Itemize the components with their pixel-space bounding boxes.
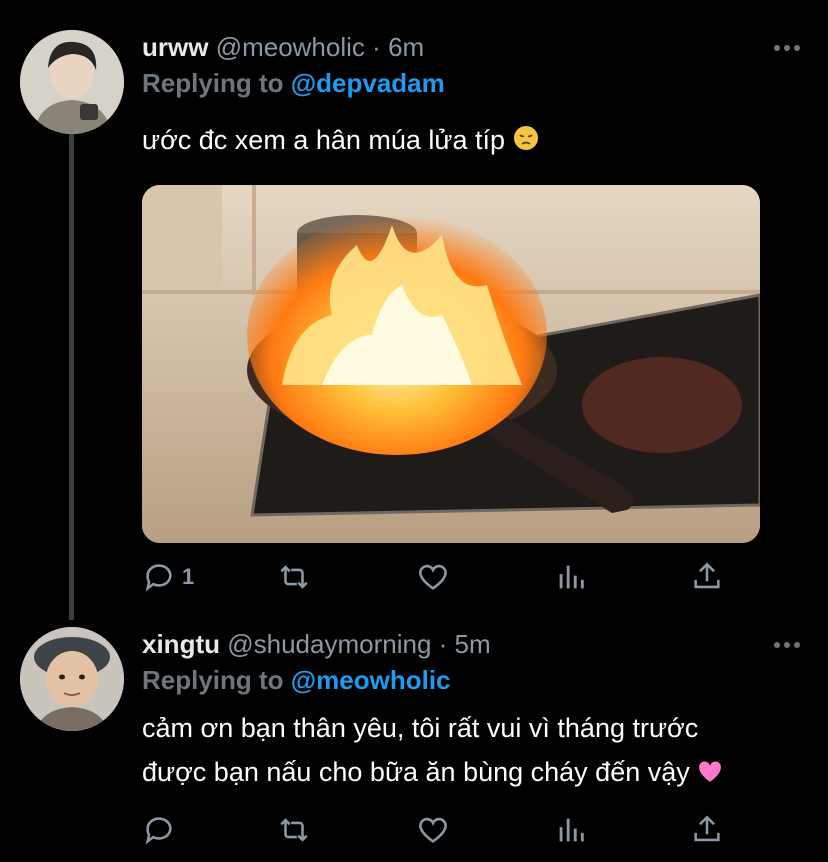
tweet-text: cảm ơn bạn thân yêu, tôi rất vui vì thán… <box>142 706 723 796</box>
tweet-text-line-1: cảm ơn bạn thân yêu, tôi rất vui vì thán… <box>142 713 699 743</box>
tweet-actions: 1 <box>142 557 742 597</box>
separator: · <box>372 32 381 62</box>
mention-link[interactable]: @meowholic <box>291 665 451 695</box>
analytics-button[interactable] <box>554 557 588 597</box>
tweet-2[interactable]: xingtu @shudaymorning · 5m Replying to @… <box>0 620 828 862</box>
tweet-text-content: ước đc xem a hân múa lửa típ <box>142 125 506 155</box>
retweet-button[interactable] <box>276 557 312 597</box>
timestamp[interactable]: 5m <box>455 629 491 659</box>
reply-count: 1 <box>182 564 195 589</box>
username[interactable]: @shudaymorning <box>227 629 431 659</box>
avatar[interactable] <box>20 30 124 134</box>
reply-icon <box>145 817 172 845</box>
mention-link[interactable]: @depvadam <box>291 68 445 98</box>
tweet-header: xingtu @shudaymorning · 5m <box>142 629 491 660</box>
retweet-icon <box>280 818 308 842</box>
tweet-actions <box>142 810 742 850</box>
pensive-face-icon <box>513 120 539 164</box>
retweet-button[interactable] <box>276 810 312 850</box>
like-icon <box>419 564 447 590</box>
like-button[interactable] <box>416 810 450 850</box>
share-button[interactable] <box>690 557 724 597</box>
like-icon <box>419 817 447 843</box>
analytics-icon <box>559 818 584 842</box>
reply-button[interactable]: 1 <box>142 557 194 597</box>
replying-to: Replying to @depvadam <box>142 68 445 99</box>
like-button[interactable] <box>416 557 450 597</box>
share-icon <box>694 562 720 589</box>
display-name[interactable]: xingtu <box>142 629 220 659</box>
reply-icon <box>145 564 172 592</box>
share-button[interactable] <box>690 810 724 850</box>
pink-heart-icon <box>697 752 723 796</box>
tweet-text: ước đc xem a hân múa lửa típ <box>142 118 539 164</box>
avatar[interactable] <box>20 627 124 731</box>
retweet-icon <box>280 565 308 589</box>
separator: · <box>438 629 448 659</box>
tweet-text-line-2: được bạn nấu cho bữa ăn bùng cháy đến vậ… <box>142 757 690 787</box>
tweet-header: urww @meowholic · 6m <box>142 32 424 63</box>
more-icon[interactable] <box>774 642 800 648</box>
analytics-button[interactable] <box>554 810 588 850</box>
reply-button[interactable] <box>142 810 176 850</box>
more-icon[interactable] <box>774 45 800 51</box>
timestamp[interactable]: 6m <box>388 32 424 62</box>
display-name[interactable]: urww <box>142 32 208 62</box>
replying-prefix: Replying to <box>142 665 284 695</box>
pan-on-fire-image[interactable] <box>142 185 760 543</box>
username[interactable]: @meowholic <box>216 32 365 62</box>
replying-to: Replying to @meowholic <box>142 665 451 696</box>
replying-prefix: Replying to <box>142 68 284 98</box>
analytics-icon <box>559 565 584 589</box>
share-icon <box>694 815 720 842</box>
tweet-1[interactable]: urww @meowholic · 6m Replying to @depvad… <box>0 0 828 620</box>
